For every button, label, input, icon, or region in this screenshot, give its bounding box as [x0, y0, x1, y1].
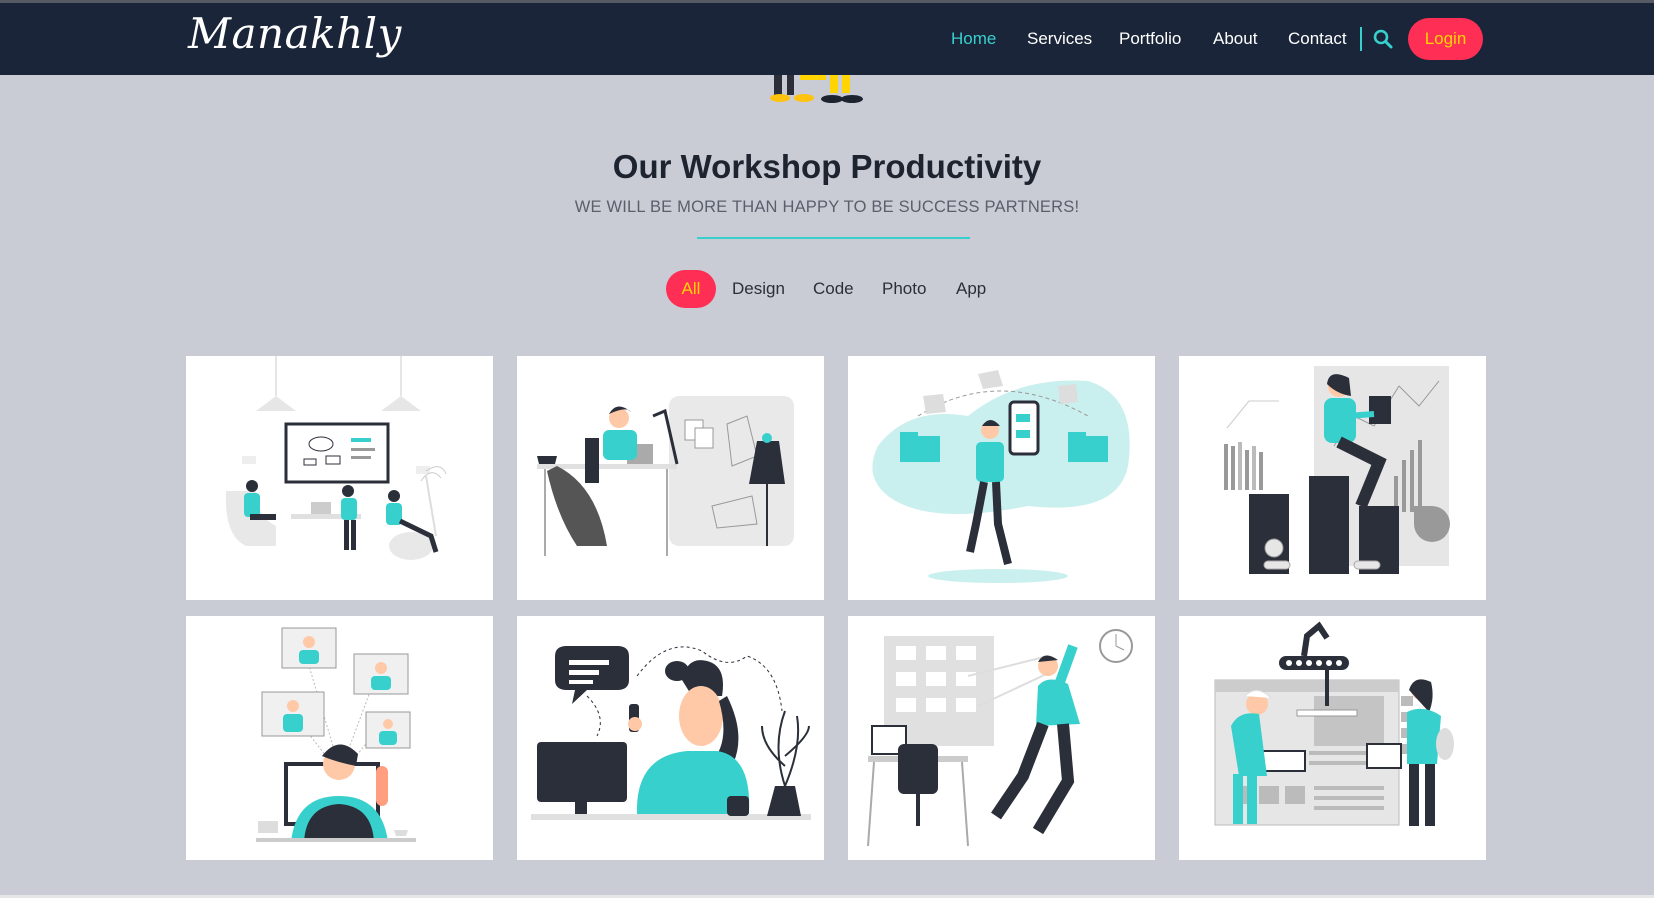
- business-growth-illustration: [1224, 366, 1450, 574]
- filter-app[interactable]: App: [956, 270, 986, 308]
- phone-call-illustration: [531, 646, 811, 820]
- title-underline: [697, 237, 970, 239]
- nav-divider: [1360, 27, 1362, 51]
- portfolio-item[interactable]: [517, 616, 824, 860]
- portfolio-item[interactable]: [517, 356, 824, 600]
- hero-illustration-fragment: [760, 75, 890, 103]
- team-meeting-illustration: [225, 356, 447, 560]
- nav-link-services[interactable]: Services: [1027, 29, 1092, 49]
- nav-link-portfolio[interactable]: Portfolio: [1119, 29, 1181, 49]
- nav-link-about[interactable]: About: [1213, 29, 1257, 49]
- filter-all[interactable]: All: [666, 270, 716, 308]
- nav-link-home[interactable]: Home: [951, 29, 996, 49]
- web-factory-illustration: [1214, 621, 1454, 826]
- mobile-file-transfer-illustration: [872, 370, 1130, 583]
- filter-design[interactable]: Design: [732, 270, 785, 308]
- portfolio-item[interactable]: [1179, 616, 1486, 860]
- portfolio-item[interactable]: [186, 616, 493, 860]
- task-board-illustration: [867, 629, 1133, 847]
- portfolio-item[interactable]: [848, 356, 1155, 600]
- main-nav: Home Services Portfolio About Contact Lo…: [0, 3, 1654, 75]
- portfolio-item[interactable]: [1179, 356, 1486, 600]
- portfolio-item[interactable]: [186, 356, 493, 600]
- navbar: Manakhly Home Services Portfolio About C…: [0, 3, 1654, 75]
- tailor-sewing-illustration: [537, 396, 794, 556]
- search-icon[interactable]: [1372, 28, 1394, 50]
- portfolio-item[interactable]: [848, 616, 1155, 860]
- filter-photo[interactable]: Photo: [882, 270, 926, 308]
- section-title: Our Workshop Productivity: [612, 148, 1042, 185]
- video-conference-illustration: [256, 627, 416, 842]
- login-button[interactable]: Login: [1408, 18, 1483, 60]
- nav-link-contact[interactable]: Contact: [1288, 29, 1347, 49]
- filter-code[interactable]: Code: [813, 270, 854, 308]
- section-subtitle: WE WILL BE MORE THAN HAPPY TO BE SUCCESS…: [574, 198, 1080, 216]
